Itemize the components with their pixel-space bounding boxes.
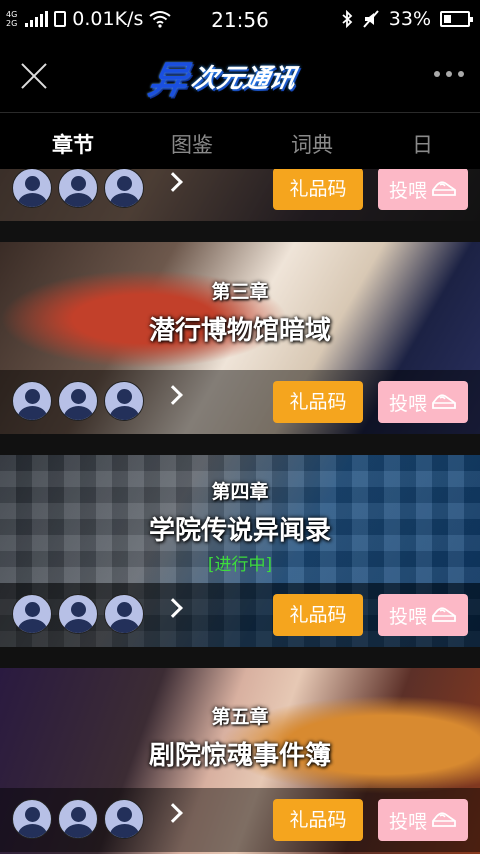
chapter-action-bar: 礼品码 投喂 xyxy=(0,788,480,852)
feed-label: 投喂 xyxy=(388,810,427,833)
avatar xyxy=(12,799,52,839)
avatar xyxy=(58,381,98,421)
status-right: 33% xyxy=(341,8,473,30)
close-button[interactable] xyxy=(18,60,50,92)
cake-icon xyxy=(431,179,457,199)
chapter-title: 剧院惊魂事件簿 xyxy=(148,741,331,771)
chapter-action-bar: 礼品码 投喂 xyxy=(0,370,480,434)
avatar-group xyxy=(12,799,144,839)
feed-button[interactable]: 投喂 xyxy=(378,594,468,636)
chapter-card[interactable]: 第五章 剧院惊魂事件簿 礼品码 投喂 xyxy=(0,668,480,854)
avatar xyxy=(12,169,52,208)
chapter-card[interactable]: 第三章 潜行博物馆暗域 礼品码 投喂 xyxy=(0,242,480,434)
chevron-right-icon[interactable] xyxy=(163,598,183,618)
tab-diary[interactable]: 日 xyxy=(412,129,433,159)
chapter-number: 第四章 xyxy=(211,481,269,503)
more-options-button[interactable] xyxy=(434,71,464,77)
cake-icon xyxy=(431,392,457,412)
gift-code-button[interactable]: 礼品码 xyxy=(273,799,363,841)
battery-percent: 33% xyxy=(388,8,431,30)
logo-text: 次元通讯 xyxy=(188,63,299,94)
mute-icon xyxy=(363,10,379,28)
chapter-title: 潜行博物馆暗域 xyxy=(148,316,331,346)
avatar xyxy=(12,594,52,634)
feed-label: 投喂 xyxy=(388,392,427,415)
feed-button[interactable]: 投喂 xyxy=(378,381,468,423)
avatar-group xyxy=(12,169,144,208)
chapter-list[interactable]: 礼品码 投喂 第三章 潜行博物馆暗域 礼品码 投喂 第四章 学院传说异闻录 [进… xyxy=(0,169,480,854)
avatar xyxy=(12,381,52,421)
avatar xyxy=(58,799,98,839)
chapter-number: 第五章 xyxy=(211,706,269,728)
app-logo: 异 次元通讯 xyxy=(145,52,330,102)
chapter-title: 学院传说异闻录 xyxy=(148,516,331,546)
tab-chapters[interactable]: 章节 xyxy=(52,129,94,159)
chapter-action-bar: 礼品码 投喂 xyxy=(0,583,480,647)
chapter-status-badge: [进行中] xyxy=(207,555,273,575)
gift-code-button[interactable]: 礼品码 xyxy=(273,594,363,636)
chapter-number: 第三章 xyxy=(211,281,269,303)
cake-icon xyxy=(431,605,457,625)
logo-glyph: 异 xyxy=(144,57,192,102)
feed-label: 投喂 xyxy=(388,605,427,628)
feed-button[interactable]: 投喂 xyxy=(378,169,468,210)
chapter-card[interactable]: 礼品码 投喂 xyxy=(0,169,480,221)
avatar xyxy=(58,594,98,634)
avatar-group xyxy=(12,594,144,634)
tab-bar: 章节 图鉴 词典 日 xyxy=(0,113,480,169)
gift-code-button[interactable]: 礼品码 xyxy=(273,381,363,423)
status-bar: 4G 2G 0.01K/s 21:56 33% xyxy=(0,0,480,38)
bluetooth-icon xyxy=(342,10,353,28)
feed-button[interactable]: 投喂 xyxy=(378,799,468,841)
chapter-action-bar: 礼品码 投喂 xyxy=(0,169,480,221)
avatar xyxy=(104,594,144,634)
chevron-right-icon[interactable] xyxy=(163,172,183,192)
gift-code-button[interactable]: 礼品码 xyxy=(273,169,363,210)
battery-icon xyxy=(440,11,473,27)
avatar xyxy=(58,169,98,208)
avatar-group xyxy=(12,381,144,421)
tab-dictionary[interactable]: 词典 xyxy=(291,129,333,159)
feed-label: 投喂 xyxy=(388,179,427,202)
avatar xyxy=(104,169,144,208)
cake-icon xyxy=(431,810,457,830)
avatar xyxy=(104,381,144,421)
chevron-right-icon[interactable] xyxy=(163,803,183,823)
chapter-card[interactable]: 第四章 学院传说异闻录 [进行中] 礼品码 投喂 xyxy=(0,455,480,647)
avatar xyxy=(104,799,144,839)
tab-gallery[interactable]: 图鉴 xyxy=(171,129,213,159)
app-bar: 异 次元通讯 xyxy=(0,38,480,113)
chevron-right-icon[interactable] xyxy=(163,385,183,405)
